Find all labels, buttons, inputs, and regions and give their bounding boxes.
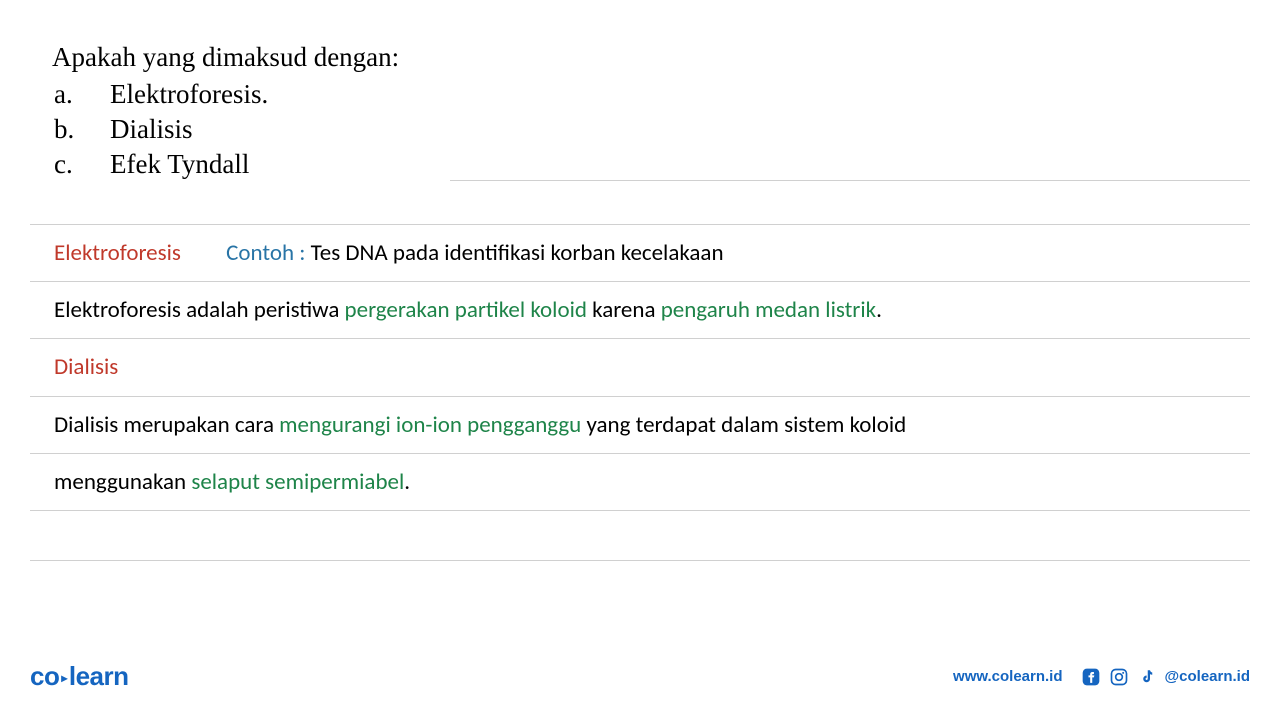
definition-prefix: Dialisis merupakan cara (54, 411, 279, 439)
footer-handle: @colearn.id (1165, 668, 1250, 685)
logo-learn: learn (69, 661, 129, 691)
definition-prefix: Elektroforesis adalah peristiwa (54, 296, 345, 324)
footer: co▸learn www.colearn.id @colearn.id (0, 661, 1280, 692)
answer-row: Dialisis merupakan cara mengurangi ion-i… (30, 396, 1250, 453)
heading-dialisis: Dialisis (54, 353, 118, 381)
tiktok-icon (1137, 667, 1157, 687)
definition-keyword: selaput semipermiabel (191, 468, 404, 496)
item-letter: c. (52, 149, 110, 180)
empty-row (30, 510, 1250, 560)
logo: co▸learn (30, 661, 129, 692)
answer-section: Elektroforesis Contoh : Tes DNA pada ide… (0, 224, 1280, 610)
answer-row: Dialisis (30, 338, 1250, 395)
footer-url: www.colearn.id (953, 668, 1062, 685)
empty-row (30, 560, 1250, 610)
answer-row: menggunakan selaput semipermiabel. (30, 453, 1250, 510)
divider (450, 180, 1250, 181)
example-label: Contoh : (226, 239, 305, 267)
definition-suffix: yang terdapat dalam sistem koloid (581, 411, 906, 439)
list-item: a. Elektroforesis. (52, 79, 1228, 110)
heading-elektroforesis: Elektroforesis (54, 239, 181, 267)
definition-mid: karena (587, 296, 661, 324)
answer-row: Elektroforesis adalah peristiwa pergerak… (30, 281, 1250, 338)
definition-keyword: pengaruh medan listrik (661, 296, 876, 324)
instagram-icon (1109, 667, 1129, 687)
item-letter: a. (52, 79, 110, 110)
item-text: Dialisis (110, 114, 193, 145)
item-text: Elektroforesis. (110, 79, 268, 110)
answer-row: Elektroforesis Contoh : Tes DNA pada ide… (30, 224, 1250, 281)
facebook-icon (1081, 667, 1101, 687)
item-text: Efek Tyndall (110, 149, 249, 180)
list-item: c. Efek Tyndall (52, 149, 1228, 180)
definition-keyword: mengurangi ion-ion pengganggu (279, 411, 581, 439)
definition-prefix: menggunakan (54, 468, 191, 496)
definition-keyword: pergerakan partikel koloid (345, 296, 587, 324)
question-section: Apakah yang dimaksud dengan: a. Elektrof… (0, 0, 1280, 204)
logo-co: co (30, 661, 59, 691)
footer-right: www.colearn.id @colearn.id (953, 667, 1250, 687)
list-item: b. Dialisis (52, 114, 1228, 145)
question-list: a. Elektroforesis. b. Dialisis c. Efek T… (52, 79, 1228, 180)
example-text: Tes DNA pada identifikasi korban kecelak… (305, 239, 723, 267)
item-letter: b. (52, 114, 110, 145)
social-icons: @colearn.id (1081, 667, 1250, 687)
question-title: Apakah yang dimaksud dengan: (52, 42, 1228, 73)
definition-suffix: . (404, 468, 410, 496)
logo-separator: ▸ (61, 671, 67, 685)
definition-suffix: . (876, 296, 882, 324)
